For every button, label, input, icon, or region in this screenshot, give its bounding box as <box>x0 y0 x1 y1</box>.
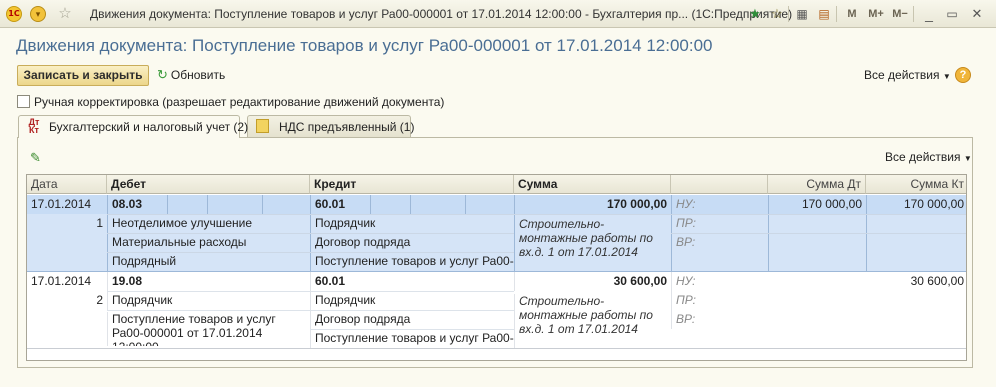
memory-m-button[interactable]: M <box>845 4 859 24</box>
row2-credit-sub3: Поступление товаров и услуг Ра00-0... <box>310 329 514 348</box>
row2-tax-vr: ВР: <box>671 310 768 329</box>
row2-credit-account: 60.01 <box>310 272 514 291</box>
close-icon[interactable]: ✕ <box>968 4 986 24</box>
document-icon <box>256 119 269 133</box>
tab-vat-label: НДС предъявленный (1) <box>279 120 415 134</box>
row2-debit-account: 19.08 <box>107 272 310 291</box>
row2-amount-dt <box>768 272 866 291</box>
row2-debit-sub1: Подрядчик <box>107 291 310 310</box>
favorite-star-icon[interactable]: ☆ <box>57 6 73 22</box>
row2-debit-sub2: Поступление товаров и услуг Ра00-000001 … <box>107 312 310 346</box>
manual-edit-label: Ручная корректировка (разрешает редактир… <box>34 95 445 109</box>
col-header-date[interactable]: Дата <box>27 175 107 194</box>
row1-amount: 170 000,00 <box>514 195 671 214</box>
favorites-add-icon[interactable]: ★ <box>746 4 764 24</box>
tab-accounting[interactable]: Дт Кт Бухгалтерский и налоговый учет (2) <box>18 115 248 138</box>
panel-all-actions-menu[interactable]: Все действия ▼ <box>885 150 972 164</box>
1c-logo-icon[interactable]: 1С <box>6 6 22 22</box>
panel-all-actions-label: Все действия <box>885 150 961 164</box>
row1-tax-vr: ВР: <box>671 233 768 271</box>
row1-credit-sub2: Договор подряда <box>310 233 514 252</box>
row1-content: Строительно-монтажные работы по вх.д. 1 … <box>514 214 671 271</box>
col-header-credit[interactable]: Кредит <box>310 175 514 194</box>
all-actions-label: Все действия <box>864 68 940 82</box>
row2-credit-sub2: Договор подряда <box>310 310 514 329</box>
row2-content: Строительно-монтажные работы по вх.д. 1 … <box>514 294 671 348</box>
row2-amount-kt: 30 600,00 <box>910 274 964 288</box>
refresh-button[interactable]: ↻ Обновить <box>157 67 225 85</box>
favorites-list-icon[interactable]: ☆ <box>768 4 786 24</box>
col-header-tax[interactable] <box>671 175 768 194</box>
help-icon[interactable]: ? <box>955 67 971 83</box>
tab-panel: ✎ Все действия ▼ Дата Дебет Кредит Сумма… <box>17 137 973 368</box>
col-header-amount-kt[interactable]: Сумма Кт <box>866 175 966 194</box>
row1-debit-sub2: Материальные расходы <box>107 233 310 252</box>
row1-tax-pr: ПР: <box>671 214 768 233</box>
row1-credit-account: 60.01 <box>310 195 514 214</box>
memory-plus-button[interactable]: M+ <box>866 4 886 24</box>
all-actions-menu[interactable]: Все действия ▼ <box>864 68 951 82</box>
row2-date: 17.01.2014 <box>31 274 92 288</box>
row2-credit-sub1: Подрядчик <box>310 291 514 310</box>
row2-tax-nu: НУ: <box>671 272 768 291</box>
refresh-label: Обновить <box>170 68 226 82</box>
movements-table[interactable]: Дата Дебет Кредит Сумма Сумма Дт Сумма К… <box>26 174 967 361</box>
refresh-icon: ↻ <box>157 67 168 82</box>
window-title: Движения документа: Поступление товаров … <box>90 7 793 21</box>
col-header-amount-dt[interactable]: Сумма Дт <box>768 175 866 194</box>
row1-debit-sub3: Подрядный <box>107 252 310 271</box>
tab-accounting-label: Бухгалтерский и налоговый учет (2) <box>49 120 249 134</box>
row1-debit-account: 08.03 <box>107 195 310 214</box>
manual-edit-checkbox[interactable] <box>17 95 30 108</box>
save-and-close-button[interactable]: Записать и закрыть <box>17 65 149 86</box>
tab-vat[interactable]: НДС предъявленный (1) <box>247 115 415 137</box>
main-menu-icon[interactable]: ▾ <box>30 6 46 22</box>
calendar-icon[interactable]: ▤ <box>815 4 833 24</box>
col-header-amount[interactable]: Сумма <box>514 175 671 194</box>
window-titlebar: 1С ▾ ☆ Движения документа: Поступление т… <box>0 0 996 28</box>
page-title: Движения документа: Поступление товаров … <box>16 36 713 55</box>
row1-kt-filler <box>866 214 966 271</box>
row1-date: 17.01.2014 <box>27 195 107 214</box>
row1-amount-kt: 170 000,00 <box>866 195 966 214</box>
chevron-down-icon: ▼ <box>942 72 951 81</box>
row2-number: 2 <box>96 293 103 307</box>
minimize-icon[interactable]: _ <box>920 4 938 24</box>
row2-tax-pr: ПР: <box>671 291 768 310</box>
row1-dt-filler <box>768 214 866 271</box>
row1-tax-nu: НУ: <box>671 195 768 214</box>
row2-amount: 30 600,00 <box>514 272 671 291</box>
row1-number: 1 <box>27 214 107 271</box>
calculator-icon[interactable]: ▦ <box>793 4 811 24</box>
edit-pencil-icon[interactable]: ✎ <box>30 150 41 166</box>
row1-credit-sub3: Поступление товаров и услуг Ра00-0... <box>310 252 514 271</box>
row1-credit-sub1: Подрядчик <box>310 214 514 233</box>
row1-amount-dt: 170 000,00 <box>768 195 866 214</box>
maximize-icon[interactable]: ▭ <box>943 4 961 24</box>
memory-minus-button[interactable]: M− <box>890 4 910 24</box>
row1-debit-sub1: Неотделимое улучшение <box>107 214 310 233</box>
chevron-down-icon: ▼ <box>963 154 972 163</box>
col-header-debit[interactable]: Дебет <box>107 175 310 194</box>
debit-credit-icon: Дт Кт <box>28 117 40 135</box>
